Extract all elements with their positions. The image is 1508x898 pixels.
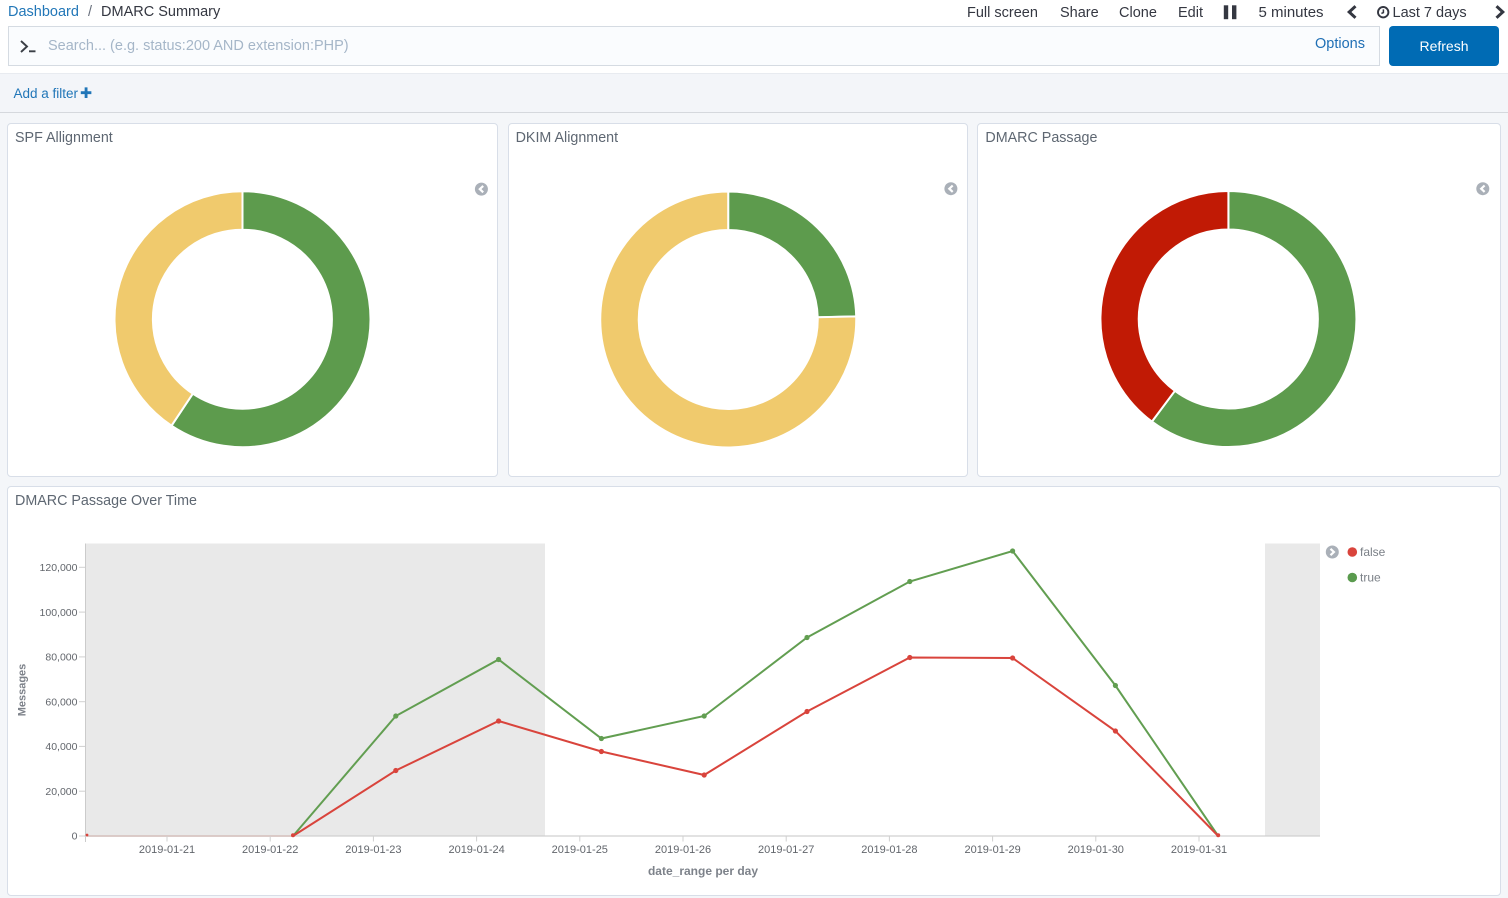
svg-text:2019-01-31: 2019-01-31: [1171, 844, 1227, 856]
svg-text:2019-01-23: 2019-01-23: [345, 844, 401, 856]
svg-text:false: false: [1360, 545, 1386, 559]
svg-text:120,000: 120,000: [40, 562, 78, 574]
svg-text:Messages: Messages: [17, 664, 29, 717]
svg-text:2019-01-30: 2019-01-30: [1068, 844, 1124, 856]
svg-text:2019-01-24: 2019-01-24: [448, 844, 504, 856]
svg-text:2019-01-28: 2019-01-28: [861, 844, 917, 856]
svg-text:true: true: [1360, 571, 1381, 585]
svg-text:2019-01-26: 2019-01-26: [655, 844, 711, 856]
svg-text:2019-01-27: 2019-01-27: [758, 844, 814, 856]
svg-text:0: 0: [72, 831, 78, 843]
svg-text:2019-01-21: 2019-01-21: [139, 844, 195, 856]
svg-text:2019-01-22: 2019-01-22: [242, 844, 298, 856]
svg-text:2019-01-29: 2019-01-29: [964, 844, 1020, 856]
svg-text:40,000: 40,000: [45, 741, 77, 753]
svg-text:100,000: 100,000: [40, 607, 78, 619]
svg-text:date_range per day: date_range per day: [648, 864, 758, 878]
svg-text:2019-01-25: 2019-01-25: [552, 844, 608, 856]
svg-text:80,000: 80,000: [45, 652, 77, 664]
svg-text:20,000: 20,000: [45, 786, 77, 798]
svg-text:60,000: 60,000: [45, 696, 77, 708]
